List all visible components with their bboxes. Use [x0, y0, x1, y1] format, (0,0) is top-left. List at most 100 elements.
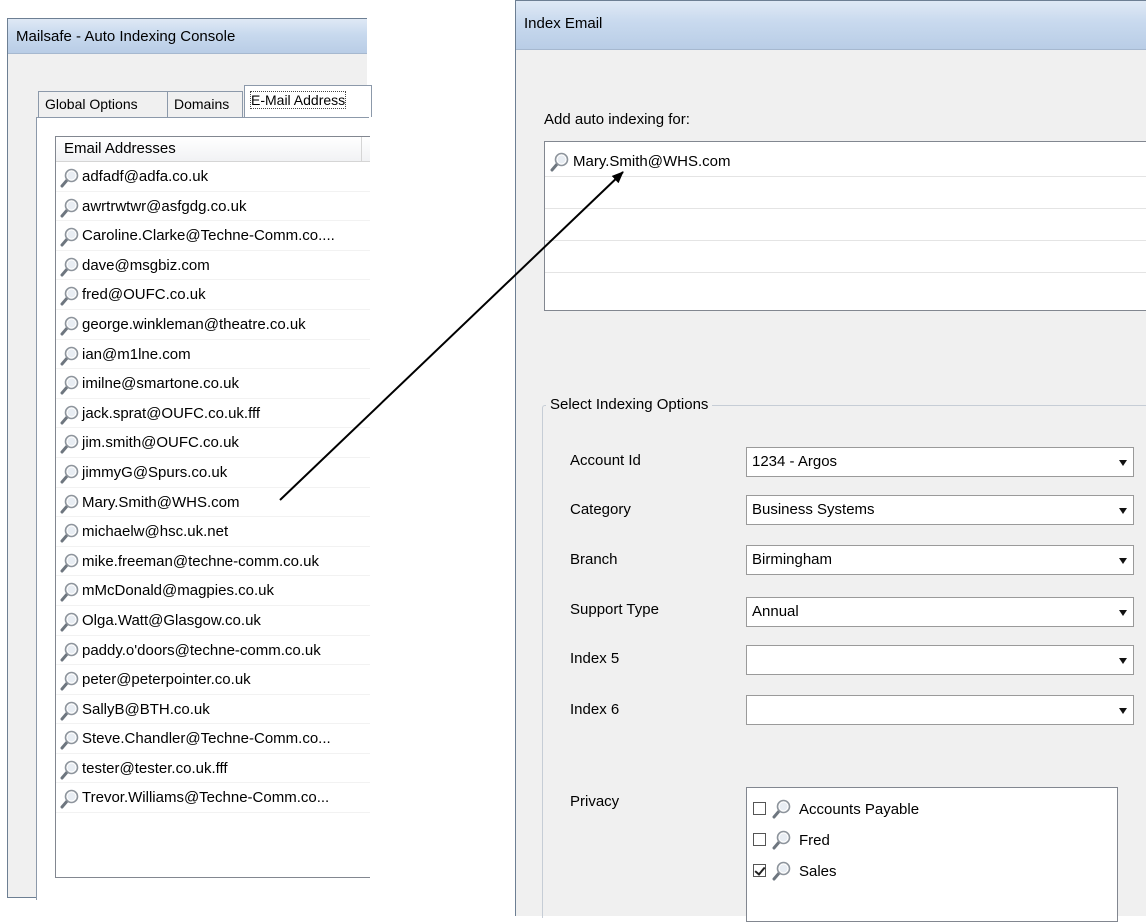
account-id-select[interactable]: 1234 - Argos [746, 447, 1134, 477]
magnifier-icon [60, 730, 79, 750]
list-item-label: dave@msgbiz.com [82, 256, 210, 274]
select-value: Birmingham [752, 551, 833, 568]
list-item[interactable]: peter@peterpointer.co.uk [56, 665, 370, 695]
list-item-label: awrtrwtwr@asfgdg.co.uk [82, 197, 247, 215]
list-item[interactable]: Trevor.Williams@Techne-Comm.co... [56, 783, 370, 814]
list-item[interactable]: michaelw@hsc.uk.net [56, 517, 370, 547]
list-item-label: jimmyG@Spurs.co.uk [82, 463, 228, 481]
support-type-select[interactable]: Annual [746, 597, 1134, 627]
privacy-checkbox[interactable] [753, 802, 766, 815]
auto-indexing-console-window: Mailsafe - Auto Indexing Console Global … [7, 18, 372, 900]
account-id-label: Account Id [570, 452, 641, 469]
list-item-label: Mary.Smith@WHS.com [82, 493, 240, 511]
list-item-label: george.winkleman@theatre.co.uk [82, 315, 306, 333]
list-item-label: Olga.Watt@Glasgow.co.uk [82, 611, 261, 629]
list-rows: adfadf@adfa.co.uk awrtrwtwr@asfgdg.co.uk C… [56, 162, 370, 814]
tab-global-options[interactable]: Global Options [38, 91, 168, 117]
branch-select[interactable]: Birmingham [746, 545, 1134, 575]
select-value: Business Systems [752, 501, 875, 518]
list-item-label: imilne@smartone.co.uk [82, 375, 239, 393]
column-header-email-addresses[interactable]: Email Addresses [56, 137, 362, 161]
list-item-label: mike.freeman@techne-comm.co.uk [82, 552, 319, 570]
list-item-label: Mary.Smith@WHS.com [573, 153, 731, 170]
list-item[interactable]: adfadf@adfa.co.uk [56, 162, 370, 192]
tab-domains[interactable]: Domains [167, 91, 243, 117]
magnifier-icon [60, 434, 79, 454]
magnifier-icon [60, 523, 79, 543]
list-item-label: peter@peterpointer.co.uk [82, 671, 251, 689]
list-item[interactable]: awrtrwtwr@asfgdg.co.uk [56, 192, 370, 222]
magnifier-icon [60, 286, 79, 306]
magnifier-icon [60, 404, 79, 425]
list-item-label: fred@OUFC.co.uk [82, 286, 206, 304]
privacy-label: Privacy [570, 793, 620, 810]
magnifier-icon [60, 463, 79, 484]
chevron-down-icon[interactable] [1112, 598, 1133, 626]
list-item[interactable]: SallyB@BTH.co.uk [56, 695, 370, 725]
magnifier-icon [772, 799, 791, 819]
chevron-down-icon[interactable] [1112, 546, 1133, 574]
list-item[interactable]: jack.sprat@OUFC.co.uk.fff [56, 399, 370, 429]
privacy-checkbox[interactable] [753, 864, 766, 877]
window-title: Index Email [524, 15, 603, 32]
list-item[interactable]: imilne@smartone.co.uk [56, 369, 370, 399]
email-address-panel: Email Addresses adfadf@adfa.co.uk awrtrwt… [36, 117, 370, 900]
list-item[interactable]: fred@OUFC.co.uk [56, 280, 370, 310]
magnifier-icon [60, 641, 79, 661]
add-auto-indexing-list[interactable]: Mary.Smith@WHS.com [544, 141, 1146, 311]
list-item[interactable]: Mary.Smith@WHS.com [547, 150, 730, 174]
list-item[interactable]: ian@m1lne.com [56, 340, 370, 370]
tab-label: Domains [174, 96, 230, 112]
list-item-label: ian@m1lne.com [82, 345, 191, 363]
tab-label: Global Options [45, 96, 138, 112]
list-item[interactable]: paddy.o'doors@techne-comm.co.uk [56, 636, 370, 666]
list-item[interactable]: jim.smith@OUFC.co.uk [56, 428, 370, 458]
magnifier-icon [60, 671, 79, 691]
privacy-item-sales[interactable]: Sales [753, 860, 837, 884]
magnifier-icon [60, 582, 79, 602]
list-item[interactable]: Caroline.Clarke@Techne-Comm.co.... [56, 221, 370, 251]
list-item[interactable]: mike.freeman@techne-comm.co.uk [56, 547, 370, 577]
list-item[interactable]: george.winkleman@theatre.co.uk [56, 310, 370, 340]
privacy-item-label: Sales [799, 863, 837, 880]
list-item[interactable]: dave@msgbiz.com [56, 251, 370, 281]
magnifier-icon [772, 830, 791, 850]
list-item[interactable]: Steve.Chandler@Techne-Comm.co... [56, 724, 370, 754]
title-bar[interactable]: Index Email [516, 1, 1146, 50]
magnifier-icon [772, 861, 791, 881]
index-6-select[interactable] [746, 695, 1134, 725]
list-item-label: jack.sprat@OUFC.co.uk.fff [82, 404, 261, 422]
magnifier-icon [550, 152, 569, 172]
magnifier-icon [60, 552, 79, 573]
indexing-options-legend: Select Indexing Options [546, 396, 713, 413]
list-item-label: michaelw@hsc.uk.net [82, 523, 229, 541]
list-item[interactable]: Olga.Watt@Glasgow.co.uk [56, 606, 370, 636]
window-title: Mailsafe - Auto Indexing Console [16, 28, 236, 45]
chevron-down-icon[interactable] [1112, 496, 1133, 524]
support-type-label: Support Type [570, 601, 659, 618]
list-item[interactable]: jimmyG@Spurs.co.uk [56, 458, 370, 488]
chevron-down-icon[interactable] [1112, 448, 1133, 476]
chevron-down-icon[interactable] [1112, 646, 1133, 674]
list-item[interactable]: tester@tester.co.uk.fff [56, 754, 370, 784]
select-value: Annual [752, 603, 799, 620]
list-item-label: tester@tester.co.uk.fff [82, 759, 228, 777]
branch-label: Branch [570, 551, 618, 568]
list-item[interactable]: Mary.Smith@WHS.com [56, 488, 370, 518]
privacy-item-accounts-payable[interactable]: Accounts Payable [753, 798, 919, 822]
magnifier-icon [60, 315, 79, 336]
chevron-down-icon[interactable] [1112, 696, 1133, 724]
list-item[interactable]: mMcDonald@magpies.co.uk [56, 576, 370, 606]
privacy-list[interactable]: Accounts Payable Fred Sales [746, 787, 1118, 922]
index-5-select[interactable] [746, 645, 1134, 675]
list-item-label: Trevor.Williams@Techne-Comm.co... [82, 789, 330, 807]
email-address-list[interactable]: Email Addresses adfadf@adfa.co.uk awrtrwt… [55, 136, 370, 878]
tab-label: E-Mail Address [249, 91, 347, 109]
list-item-label: mMcDonald@magpies.co.uk [82, 582, 274, 600]
category-select[interactable]: Business Systems [746, 495, 1134, 525]
privacy-checkbox[interactable] [753, 833, 766, 846]
tab-email-address[interactable]: E-Mail Address [244, 85, 372, 117]
select-value: 1234 - Argos [752, 453, 838, 470]
title-bar[interactable]: Mailsafe - Auto Indexing Console [8, 19, 367, 54]
privacy-item-fred[interactable]: Fred [753, 829, 830, 853]
